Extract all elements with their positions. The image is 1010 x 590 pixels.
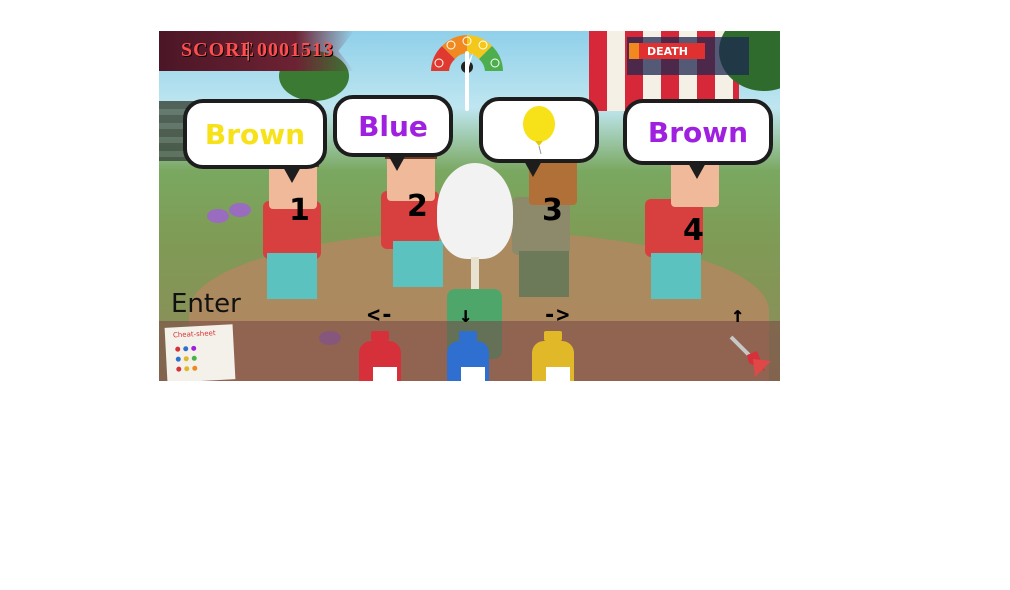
flower xyxy=(207,209,229,223)
enter-key-hint: Enter xyxy=(171,289,241,319)
dart-icon xyxy=(729,335,771,377)
blue-paint-button[interactable] xyxy=(447,331,489,381)
cheat-sheet[interactable]: Cheat-sheet xyxy=(164,324,236,381)
bubble-text: Brown xyxy=(204,117,306,151)
speech-bubble-3 xyxy=(479,97,599,177)
character-number: 2 xyxy=(407,189,428,224)
right-arrow-hint: -> xyxy=(543,303,570,328)
death-marker xyxy=(629,43,639,59)
speech-bubble-4: Brown xyxy=(623,99,773,179)
score-label: SCORE xyxy=(181,39,255,61)
yellow-paint-button[interactable] xyxy=(532,331,574,381)
death-label: DEATH xyxy=(647,45,689,58)
bubble-text: Brown xyxy=(647,115,749,149)
speech-bubble-2: Blue xyxy=(333,95,453,171)
bubble-text: Blue xyxy=(358,109,428,143)
score-value: 0001513 xyxy=(257,39,334,61)
game-viewport[interactable]: SCORE | 0001513 DEATH 1 2 3 4 Brown Blue… xyxy=(159,31,780,381)
down-arrow-hint: ↓ xyxy=(459,303,473,328)
balloon xyxy=(437,163,513,259)
score-banner: SCORE | 0001513 xyxy=(159,31,354,71)
death-meter: DEATH xyxy=(627,37,749,75)
up-arrow-hint: ↑ xyxy=(731,303,745,328)
character-number: 1 xyxy=(289,193,310,228)
flower xyxy=(229,203,251,217)
pump-nozzle xyxy=(471,257,479,291)
red-paint-button[interactable] xyxy=(359,331,401,381)
gauge-pole xyxy=(465,51,469,111)
character-number: 3 xyxy=(542,193,563,228)
cheat-sheet-title: Cheat-sheet xyxy=(172,329,216,340)
speech-bubble-1: Brown xyxy=(183,99,327,183)
character-number: 4 xyxy=(683,213,704,248)
pop-dart-button[interactable] xyxy=(725,331,773,379)
balloon-icon xyxy=(523,106,555,154)
left-arrow-hint: <- xyxy=(367,303,394,328)
